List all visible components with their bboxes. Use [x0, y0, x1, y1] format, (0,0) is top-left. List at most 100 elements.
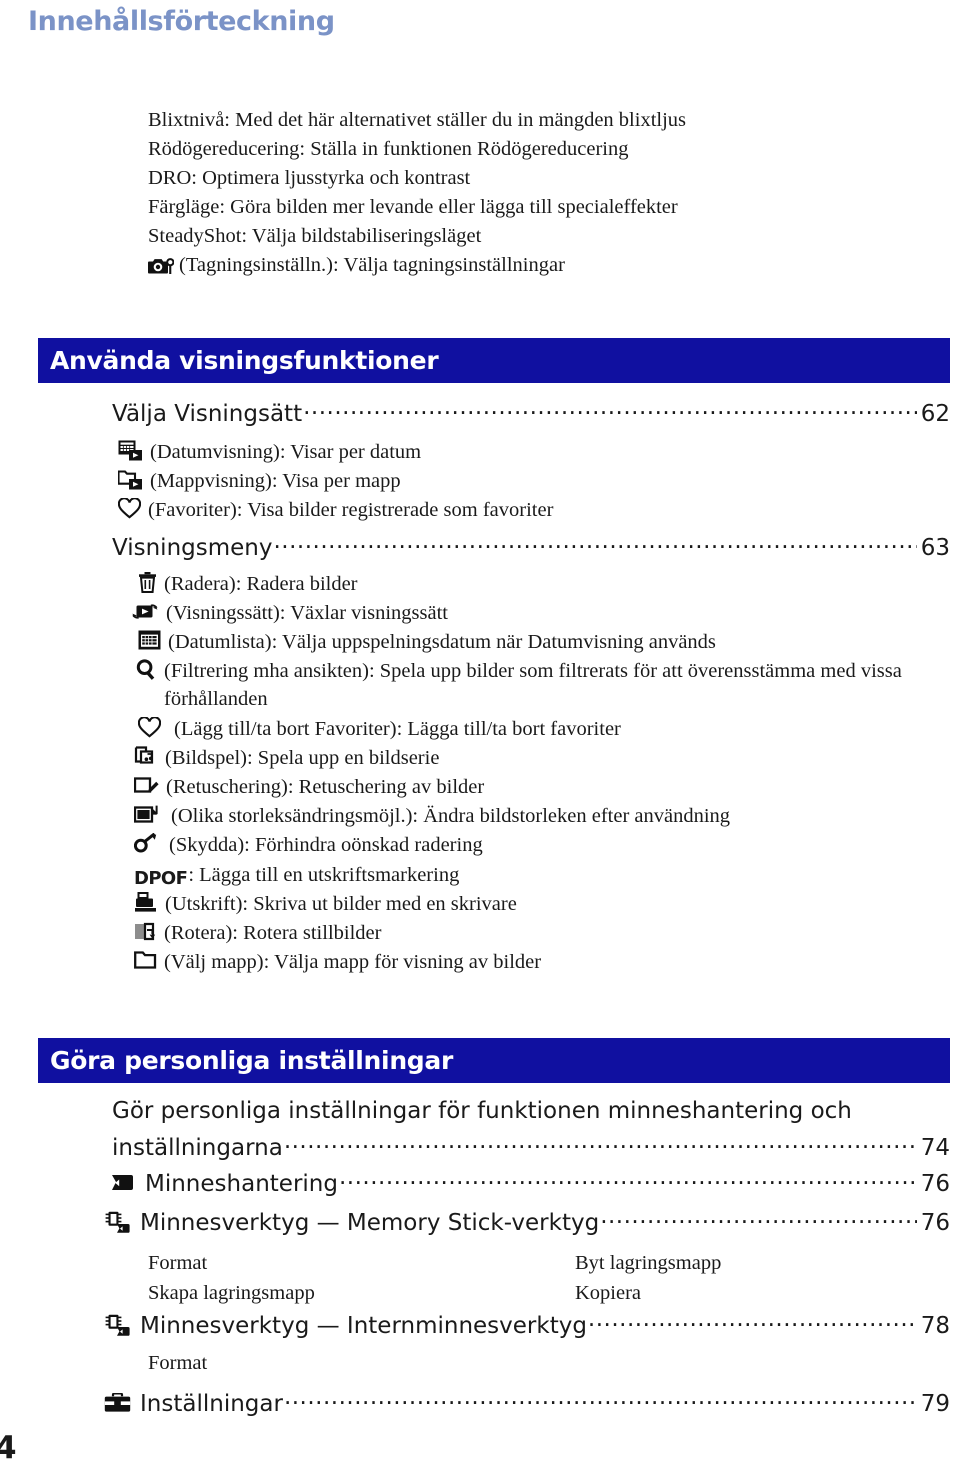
leader-dots — [303, 398, 917, 421]
toc-entry-label: Inställningar — [140, 1391, 283, 1417]
calendar-icon — [138, 630, 161, 650]
calendar-play-icon — [118, 440, 143, 461]
toc-entry-label: Minneshantering — [145, 1171, 338, 1197]
toc-entry-label: Minnesverktyg — Internminnesverktyg — [140, 1313, 587, 1339]
magnifier-icon — [136, 659, 157, 680]
toc-entry-valja-visningsatt[interactable]: Välja Visningsätt 62 — [112, 398, 950, 427]
list-item: Format — [148, 1252, 208, 1274]
list-item: (Retuschering): Retuschering av bilder — [134, 773, 924, 801]
list-item: (Favoriter): Visa bilder registrerade so… — [118, 496, 918, 524]
toc-page-number: 63 — [920, 535, 950, 561]
intro-line-text: Blixtnivå: Med det här alternativet stäl… — [148, 109, 687, 131]
list-item: (Rotera): Rotera stillbilder — [134, 919, 924, 947]
list-item: Format — [148, 1352, 208, 1374]
memory-stick-tool-col2: Byt lagringsmapp Kopiera — [575, 1248, 721, 1308]
sub-item-text: (Datumlista): Välja uppspelningsdatum nä… — [168, 631, 716, 653]
list-item: Färgläge: Göra bilden mer levande eller … — [148, 193, 938, 222]
toc-entry-installningarna[interactable]: inställningarna 74 — [112, 1132, 950, 1161]
page-folio-number: 4 — [0, 1430, 17, 1466]
camera-wrench-icon — [148, 256, 174, 275]
intro-line-text: SteadyShot: Välja bildstabiliseringsläge… — [148, 225, 482, 247]
memory-stick-tool-col1: Format Skapa lagringsmapp — [148, 1248, 315, 1308]
list-item: DPOF : Lägga till en utskriftsmarkering — [134, 861, 924, 893]
toc-entry-label-line1: Gör personliga inställningar för funktio… — [112, 1098, 852, 1124]
leader-dots — [600, 1207, 917, 1230]
memory-stick-icon — [110, 1173, 136, 1192]
section-header-label: Göra personliga inställningar — [50, 1045, 454, 1075]
folder-play-icon — [118, 469, 143, 490]
sub-item-text: (Olika storleksändringsmöjl.): Ändra bil… — [171, 805, 731, 827]
toc-entry-visningsmeny[interactable]: Visningsmeny 63 — [112, 532, 950, 561]
sub-item-text: (Mappvisning): Visa per mapp — [150, 470, 401, 492]
list-item: (Visningssätt): Växlar visningssätt — [132, 599, 922, 627]
key-icon — [134, 833, 158, 853]
toc-page-number: 76 — [920, 1210, 950, 1236]
sub-item-text: (Skydda): Förhindra oönskad radering — [169, 834, 483, 856]
list-item: (Filtrering mha ansikten): Spela upp bil… — [136, 657, 946, 713]
slideshow-icon — [134, 746, 158, 767]
sub-item-text: (Datumvisning): Visar per datum — [150, 441, 422, 463]
sub-item-text: (Retuschering): Retuschering av bilder — [166, 776, 485, 798]
toc-entry-label: inställningarna — [112, 1135, 283, 1161]
toc-page-number: 62 — [920, 401, 950, 427]
sub-item-text: (Välj mapp): Välja mapp för visning av b… — [164, 951, 542, 973]
list-item: (Datumlista): Välja uppspelningsdatum nä… — [138, 628, 928, 656]
page-title: Innehållsförteckning — [28, 6, 335, 37]
list-item: SteadyShot: Välja bildstabiliseringsläge… — [148, 222, 938, 251]
list-item: Kopiera — [575, 1282, 642, 1304]
internal-memory-tool-col1: Format — [148, 1348, 207, 1378]
list-item: (Datumvisning): Visar per datum — [118, 438, 918, 466]
leader-dots — [588, 1310, 917, 1333]
list-item: (Olika storleksändringsmöjl.): Ändra bil… — [134, 802, 924, 830]
list-item: Blixtnivå: Med det här alternativet stäl… — [148, 106, 938, 135]
section-header-label: Använda visningsfunktioner — [50, 345, 439, 375]
toolbox-icon — [104, 1392, 131, 1413]
list-item: Byt lagringsmapp — [575, 1252, 722, 1274]
leader-dots — [284, 1388, 917, 1411]
toc-page-number: 74 — [920, 1135, 950, 1161]
toc-entry-label: Välja Visningsätt — [112, 401, 303, 427]
memory-tool-icon — [104, 1313, 131, 1337]
toc-entry-memory-stick-verktyg[interactable]: Minnesverktyg — Memory Stick-verktyg 76 — [104, 1207, 950, 1236]
toc-page-number: 79 — [920, 1391, 950, 1417]
toc-entry-internminnesverktyg[interactable]: Minnesverktyg — Internminnesverktyg 78 — [104, 1310, 950, 1339]
list-item: Rödögereducering: Ställa in funktionen R… — [148, 135, 938, 164]
leader-dots — [273, 532, 916, 555]
section-header-custom: Göra personliga inställningar — [38, 1038, 950, 1083]
leader-dots — [339, 1168, 917, 1191]
heart-icon — [138, 717, 161, 738]
list-item: (Radera): Radera bilder — [138, 570, 928, 598]
sub-item-text: : Lägga till en utskriftsmarkering — [188, 864, 460, 886]
intro-line-text: Rödögereducering: Ställa in funktionen R… — [148, 138, 629, 160]
rotate-icon — [134, 921, 157, 942]
sub-item-text: (Lägg till/ta bort Favoriter): Lägga til… — [174, 718, 621, 740]
intro-line-text: (Tagningsinställn.): Välja tagningsinstä… — [179, 254, 565, 276]
toc-page-number: 76 — [920, 1171, 950, 1197]
list-item: (Utskrift): Skriva ut bilder med en skri… — [134, 890, 924, 918]
list-item: (Skydda): Förhindra oönskad radering — [134, 831, 924, 859]
toc-entry-label: Minnesverktyg — Memory Stick-verktyg — [140, 1210, 600, 1236]
section-header-playback: Använda visningsfunktioner — [38, 338, 950, 383]
toc-entry-gor-personliga[interactable]: Gör personliga inställningar för funktio… — [112, 1098, 950, 1124]
memory-tool-icon — [104, 1210, 131, 1234]
list-item: (Mappvisning): Visa per mapp — [118, 467, 918, 495]
list-item: (Tagningsinställn.): Välja tagningsinstä… — [148, 251, 938, 280]
toc-entry-minneshantering[interactable]: Minneshantering 76 — [110, 1168, 950, 1197]
sub-item-text: (Visningssätt): Växlar visningssätt — [166, 602, 448, 624]
toc-entry-installningar[interactable]: Inställningar 79 — [104, 1388, 950, 1417]
retouch-icon — [134, 775, 159, 796]
heart-icon — [118, 498, 141, 519]
list-item: DRO: Optimera ljusstyrka och kontrast — [148, 164, 938, 193]
sub-item-text: (Filtrering mha ansikten): Spela upp bil… — [164, 660, 902, 710]
intro-line-text: Färgläge: Göra bilden mer levande eller … — [148, 196, 678, 218]
sub-item-text: (Favoriter): Visa bilder registrerade so… — [148, 499, 554, 521]
leader-dots — [284, 1132, 917, 1155]
list-item: (Lägg till/ta bort Favoriter): Lägga til… — [138, 715, 928, 743]
intro-line-text: DRO: Optimera ljusstyrka och kontrast — [148, 167, 471, 189]
resize-icon — [134, 804, 160, 825]
trash-icon — [138, 572, 157, 593]
list-item: (Bildspel): Spela upp en bildserie — [134, 744, 924, 772]
printer-icon — [134, 892, 158, 913]
toc-entry-label: Visningsmeny — [112, 535, 273, 561]
sub-item-text: (Rotera): Rotera stillbilder — [164, 922, 382, 944]
